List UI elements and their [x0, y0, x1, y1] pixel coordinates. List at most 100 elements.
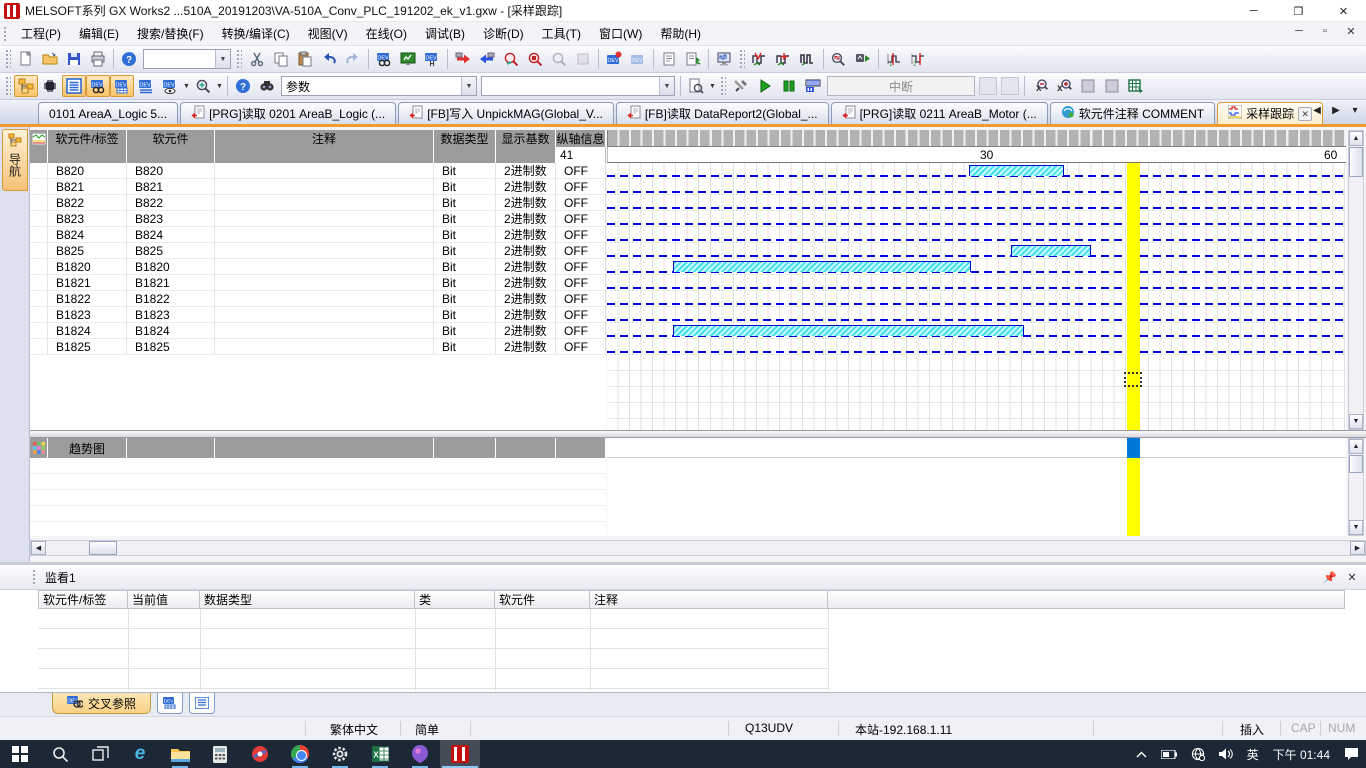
- input-language-indicator[interactable]: 英: [1240, 740, 1266, 768]
- trace-row[interactable]: B1821B1821Bit2进制数OFF: [30, 275, 606, 291]
- cell-radix[interactable]: 2进制数: [496, 307, 556, 323]
- cell-radix[interactable]: 2进制数: [496, 291, 556, 307]
- trace-data-export-icon[interactable]: [1124, 75, 1148, 97]
- cell-type[interactable]: Bit: [434, 307, 496, 323]
- waveform-row[interactable]: [607, 307, 1346, 323]
- cell-device[interactable]: B823: [127, 211, 215, 227]
- tab-areab-logic[interactable]: [PRG]读取 0201 AreaB_Logic (...: [180, 102, 396, 124]
- trace-cursor-bar[interactable]: [1127, 163, 1140, 430]
- cell-comment[interactable]: [215, 211, 434, 227]
- find-icon[interactable]: [255, 75, 279, 97]
- cell-radix[interactable]: 2进制数: [496, 259, 556, 275]
- trace-row[interactable]: B822B822Bit2进制数OFF: [30, 195, 606, 211]
- trace-search-icon[interactable]: [827, 48, 851, 70]
- cell-type[interactable]: Bit: [434, 195, 496, 211]
- waveform-row[interactable]: [607, 291, 1346, 307]
- cell-radix[interactable]: 2进制数: [496, 323, 556, 339]
- cell-label[interactable]: B820: [48, 163, 127, 179]
- cell-device[interactable]: B1825: [127, 339, 215, 355]
- cell-device[interactable]: B1822: [127, 291, 215, 307]
- watch-close-icon[interactable]: ✕: [1344, 569, 1360, 585]
- toolbar-grip[interactable]: [236, 49, 242, 69]
- cell-axis_info[interactable]: OFF: [556, 291, 606, 307]
- row-icon-cell[interactable]: [30, 163, 48, 179]
- cell-device[interactable]: B1821: [127, 275, 215, 291]
- cell-axis_info[interactable]: OFF: [556, 227, 606, 243]
- cell-comment[interactable]: [215, 275, 434, 291]
- cell-device[interactable]: B1820: [127, 259, 215, 275]
- save-project-icon[interactable]: [62, 48, 86, 70]
- row-icon-cell[interactable]: [30, 195, 48, 211]
- toolbar-grip[interactable]: [739, 49, 745, 69]
- device-comment-icon[interactable]: DEV: [86, 75, 110, 97]
- tray-chevron-icon[interactable]: [1129, 740, 1154, 768]
- trace-row[interactable]: B1820B1820Bit2进制数OFF: [30, 259, 606, 275]
- trend-vertical-scrollbar[interactable]: ▲ ▼: [1348, 438, 1364, 536]
- cell-axis_info[interactable]: OFF: [556, 339, 606, 355]
- chevron-down-icon[interactable]: ▼: [708, 75, 717, 97]
- scroll-thumb[interactable]: [1349, 455, 1363, 473]
- device-test-icon[interactable]: DEVH: [420, 48, 444, 70]
- tab-device-comment[interactable]: 软元件注释 COMMENT: [1050, 102, 1215, 124]
- col-device[interactable]: 软元件: [127, 130, 215, 147]
- trend-label[interactable]: 趋势图: [48, 438, 127, 458]
- cell-axis_info[interactable]: OFF: [556, 323, 606, 339]
- purple-app-icon[interactable]: [400, 740, 440, 768]
- watch-col-current-value[interactable]: 当前值: [128, 590, 200, 609]
- minimize-button[interactable]: ─: [1231, 0, 1276, 22]
- note-icon[interactable]: [681, 48, 705, 70]
- row-icon-cell[interactable]: [30, 259, 48, 275]
- tab-scroll-left-icon[interactable]: ◀: [1310, 105, 1324, 116]
- search-icon[interactable]: [40, 740, 80, 768]
- trace-pulse-icon[interactable]: [796, 48, 820, 70]
- restore-button[interactable]: ❐: [1276, 0, 1321, 22]
- cell-label[interactable]: B824: [48, 227, 127, 243]
- tab-areab-motor[interactable]: [PRG]读取 0211 AreaB_Motor (...: [831, 102, 1048, 124]
- cell-radix[interactable]: 2进制数: [496, 227, 556, 243]
- cell-comment[interactable]: [215, 291, 434, 307]
- waveform-row[interactable]: [607, 211, 1346, 227]
- menu-view[interactable]: 视图(V): [299, 22, 357, 45]
- undo-icon[interactable]: [317, 48, 341, 70]
- waveform-row[interactable]: [607, 163, 1346, 179]
- cell-comment[interactable]: [215, 259, 434, 275]
- tab-datareport2[interactable]: [FB]读取 DataReport2(Global_...: [616, 102, 829, 124]
- watch-col-device[interactable]: 软元件: [495, 590, 590, 609]
- row-icon-cell[interactable]: [30, 227, 48, 243]
- cell-label[interactable]: B1823: [48, 307, 127, 323]
- watch-drag-grip[interactable]: [32, 569, 37, 585]
- waveform-row[interactable]: [607, 275, 1346, 291]
- cell-type[interactable]: Bit: [434, 291, 496, 307]
- calculator-icon[interactable]: [200, 740, 240, 768]
- scroll-up-icon[interactable]: ▲: [1349, 131, 1363, 146]
- device-memory-icon[interactable]: DEV: [110, 75, 134, 97]
- row-icon-cell[interactable]: [30, 243, 48, 259]
- row-icon-cell[interactable]: [30, 211, 48, 227]
- row-icon-cell[interactable]: [30, 323, 48, 339]
- time-scale-expand-icon[interactable]: [1100, 75, 1124, 97]
- gxworks-icon[interactable]: [440, 740, 480, 768]
- waveform-row[interactable]: [607, 243, 1346, 259]
- cell-axis_info[interactable]: OFF: [556, 259, 606, 275]
- scroll-up-icon[interactable]: ▲: [1349, 439, 1363, 454]
- cell-label[interactable]: B1820: [48, 259, 127, 275]
- settings-gear-icon[interactable]: [320, 740, 360, 768]
- cell-comment[interactable]: [215, 243, 434, 259]
- chevron-down-icon[interactable]: ▼: [461, 77, 476, 95]
- mdi-minimize-icon[interactable]: ─: [1290, 25, 1308, 38]
- battery-icon[interactable]: [1154, 740, 1184, 768]
- new-project-icon[interactable]: [14, 48, 38, 70]
- waveform-row[interactable]: [607, 195, 1346, 211]
- cell-label[interactable]: B1821: [48, 275, 127, 291]
- read-from-plc-icon[interactable]: [475, 48, 499, 70]
- tab-unpickmag[interactable]: [FB]写入 UnpickMAG(Global_V...: [398, 102, 614, 124]
- cell-device[interactable]: B820: [127, 163, 215, 179]
- cell-device[interactable]: B1823: [127, 307, 215, 323]
- watch-window-icon[interactable]: DEV: [158, 75, 182, 97]
- open-project-icon[interactable]: [38, 48, 62, 70]
- trace-vertical-scale2-icon[interactable]: 2: [906, 48, 930, 70]
- tab-areaa-logic[interactable]: 0101 AreaA_Logic 5...: [38, 102, 178, 124]
- trace-row[interactable]: B1824B1824Bit2进制数OFF: [30, 323, 606, 339]
- zoom-in-x-icon[interactable]: x: [1052, 75, 1076, 97]
- cell-radix[interactable]: 2进制数: [496, 195, 556, 211]
